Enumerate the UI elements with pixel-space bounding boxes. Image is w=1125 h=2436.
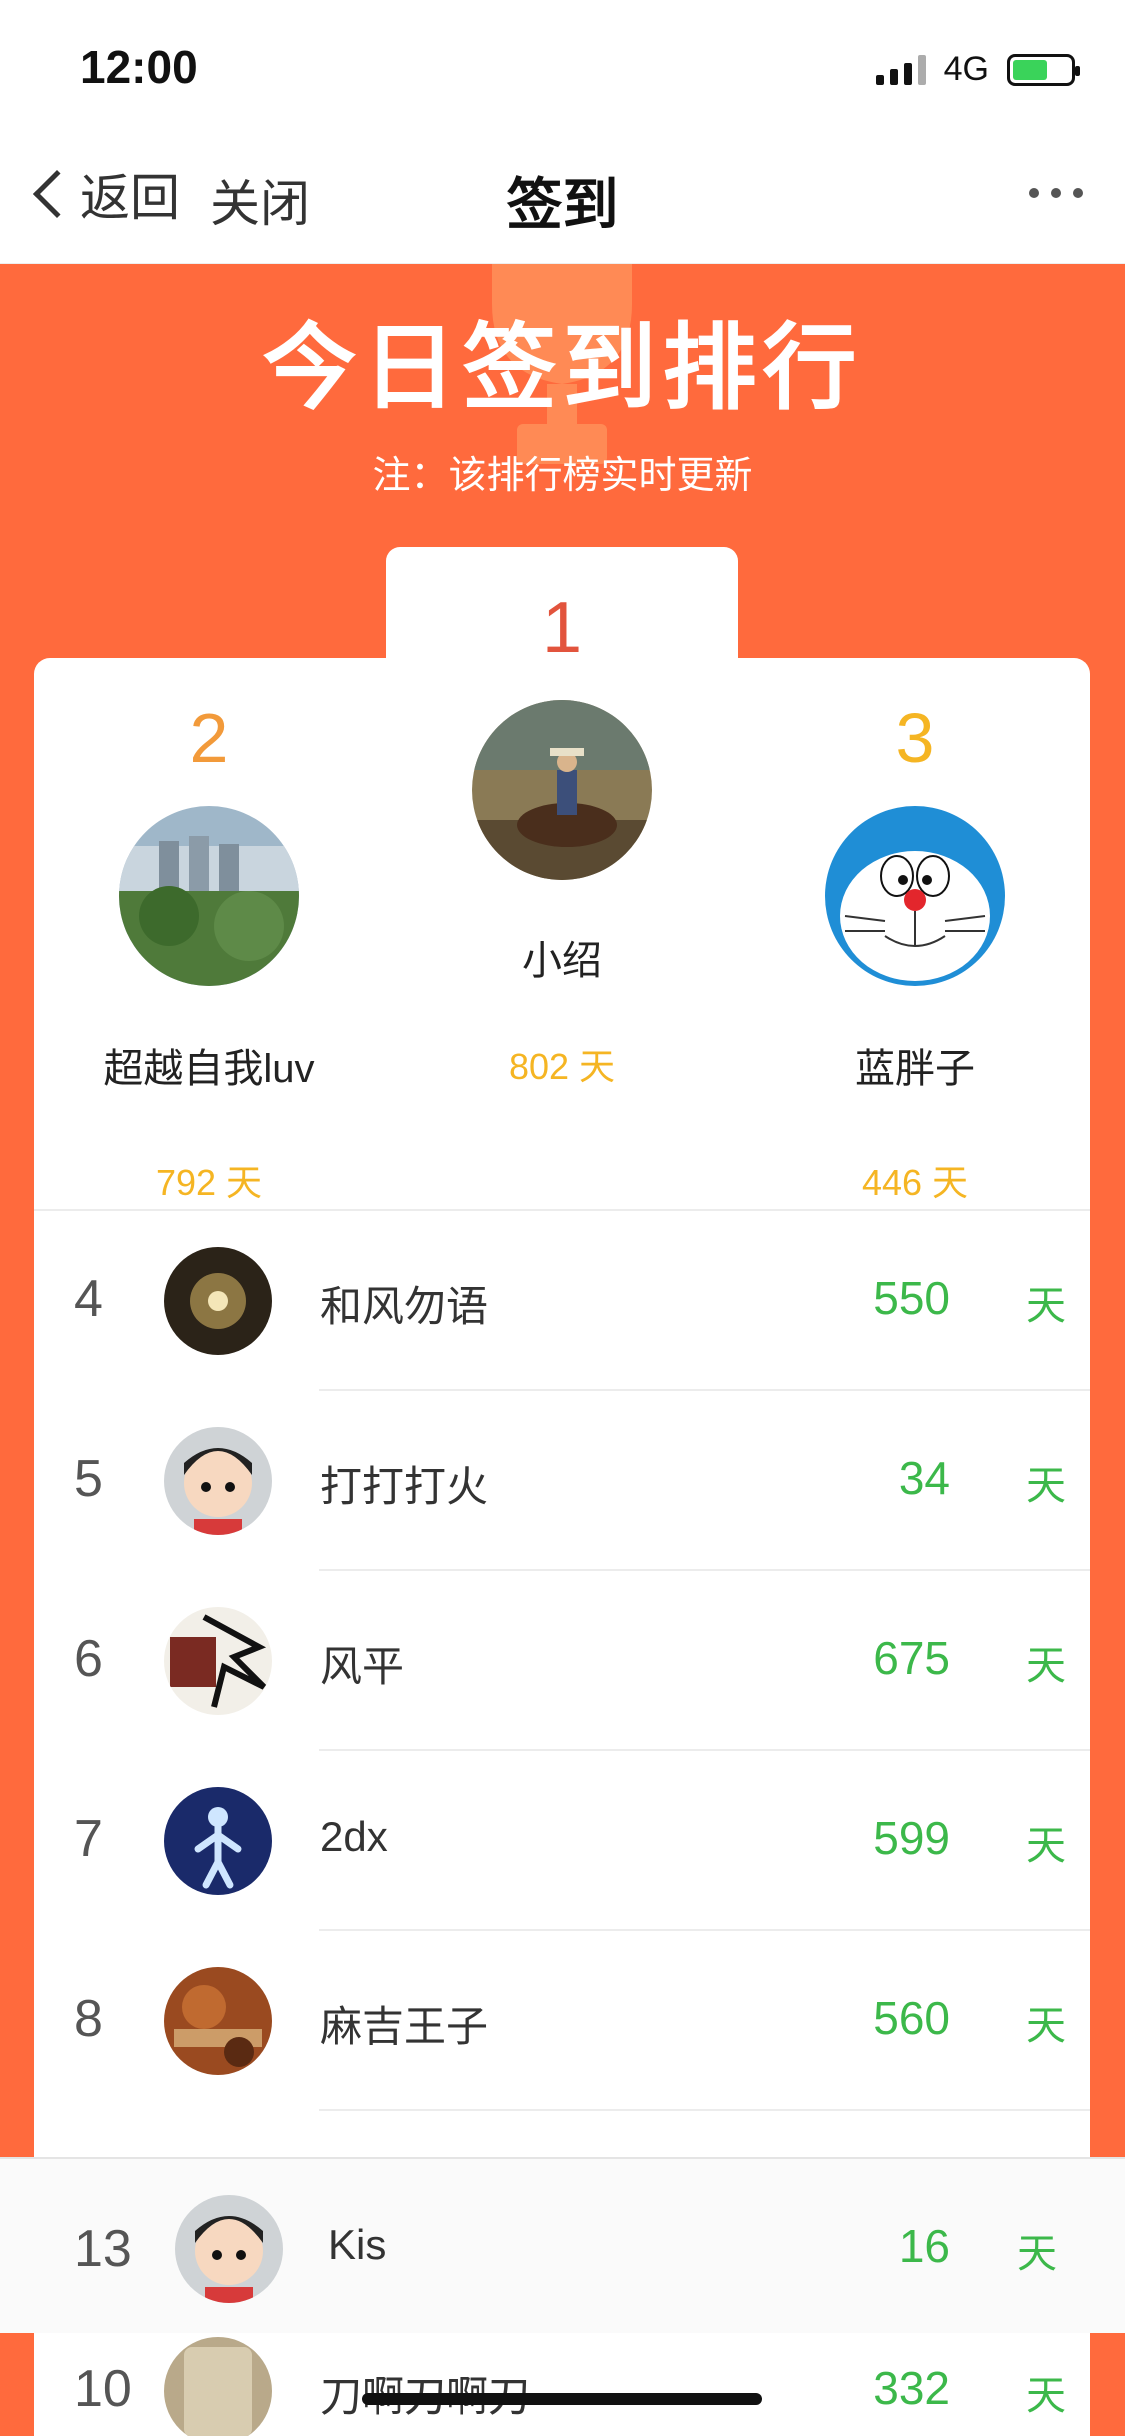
podium-name: 超越自我luv <box>103 1047 315 1091</box>
row-name: 和风勿语 <box>320 1283 489 1330</box>
rank-2-label: 2 <box>189 699 229 777</box>
page-title: 签到 <box>506 173 619 236</box>
signal-icon <box>875 54 926 85</box>
avatar <box>164 1427 272 1535</box>
battery-icon <box>1007 53 1080 86</box>
podium-days: 802 天 <box>508 1046 616 1087</box>
row-unit: 天 <box>1026 1464 1066 1508</box>
avatar <box>119 806 299 986</box>
row-name: Kis <box>328 2221 387 2268</box>
podium-name: 蓝胖子 <box>855 1047 975 1091</box>
list-item[interactable]: 4 和风勿语 550 天 <box>34 1211 1090 1391</box>
podium-first[interactable]: 小绍 802 天 <box>387 700 737 1090</box>
row-rank: 7 <box>74 1810 103 1868</box>
podium: 2 超越自我luv 792 天 小绍 802 天 3 蓝胖子 446 天 <box>34 658 1090 1211</box>
status-bar: 12:00 4G <box>0 0 1125 132</box>
list-item[interactable]: 5 打打打火 34 天 <box>34 1391 1090 1571</box>
row-unit: 天 <box>1026 1644 1066 1688</box>
row-unit: 天 <box>1026 1284 1066 1328</box>
podium-second[interactable]: 2 超越自我luv 792 天 <box>34 698 384 1206</box>
row-unit: 天 <box>1017 2232 1057 2276</box>
row-rank: 13 <box>74 2220 132 2278</box>
row-days: 16 <box>898 2220 950 2272</box>
row-name: 打打打火 <box>320 1463 489 1510</box>
row-days: 560 <box>873 1992 950 2044</box>
row-unit: 天 <box>1026 1824 1066 1868</box>
network-label: 4G <box>943 50 989 88</box>
home-indicator[interactable] <box>362 2393 762 2405</box>
avatar <box>175 2195 283 2303</box>
row-rank: 10 <box>74 2360 132 2418</box>
row-name: 2dx <box>320 1813 388 1860</box>
banner-subtitle: 注：该排行榜实时更新 <box>372 455 753 497</box>
avatar <box>472 700 652 880</box>
podium-days: 792 天 <box>155 1162 263 1203</box>
row-name: 风平 <box>320 1643 405 1690</box>
status-time: 12:00 <box>80 41 198 93</box>
nav-bar: 返回 关闭 签到 <box>0 132 1125 264</box>
rank-1-label: 1 <box>541 588 583 668</box>
banner-title: 今日签到排行 <box>262 315 863 420</box>
row-rank: 8 <box>74 1990 103 2048</box>
ranking-card: 2 超越自我luv 792 天 小绍 802 天 3 蓝胖子 446 天 4 和… <box>34 658 1090 2214</box>
avatar <box>825 806 1005 986</box>
row-days: 34 <box>898 1452 950 1504</box>
row-rank: 5 <box>74 1450 103 1508</box>
row-unit: 天 <box>1026 2374 1066 2418</box>
rank-3-label: 3 <box>895 699 935 777</box>
row-days: 332 <box>873 2362 950 2414</box>
avatar <box>164 1247 272 1355</box>
avatar <box>164 1787 272 1895</box>
list-item[interactable]: 8 麻吉王子 560 天 <box>34 1931 1090 2111</box>
row-days: 675 <box>873 1632 950 1684</box>
my-rank-bar[interactable]: 13 Kis 16 天 <box>0 2157 1125 2333</box>
podium-days: 446 天 <box>861 1162 969 1203</box>
avatar <box>164 1607 272 1715</box>
podium-name: 小绍 <box>522 939 602 983</box>
avatar <box>164 1967 272 2075</box>
podium-third[interactable]: 3 蓝胖子 446 天 <box>740 698 1090 1206</box>
more-icon[interactable] <box>1029 188 1083 198</box>
status-indicators: 4G <box>875 50 1080 89</box>
row-name: 麻吉王子 <box>320 2003 489 2050</box>
list-item[interactable]: 10 刀啊刀啊刀 332 天 <box>34 2333 1090 2436</box>
first-place-tab: 1 <box>386 547 738 668</box>
row-rank: 6 <box>74 1630 103 1688</box>
avatar <box>164 2337 272 2436</box>
row-days: 550 <box>873 1272 950 1324</box>
row-unit: 天 <box>1026 2004 1066 2048</box>
list-item[interactable]: 6 风平 675 天 <box>34 1571 1090 1751</box>
row-days: 599 <box>873 1812 950 1864</box>
row-rank: 4 <box>74 1270 103 1328</box>
list-item[interactable]: 7 2dx 599 天 <box>34 1751 1090 1931</box>
